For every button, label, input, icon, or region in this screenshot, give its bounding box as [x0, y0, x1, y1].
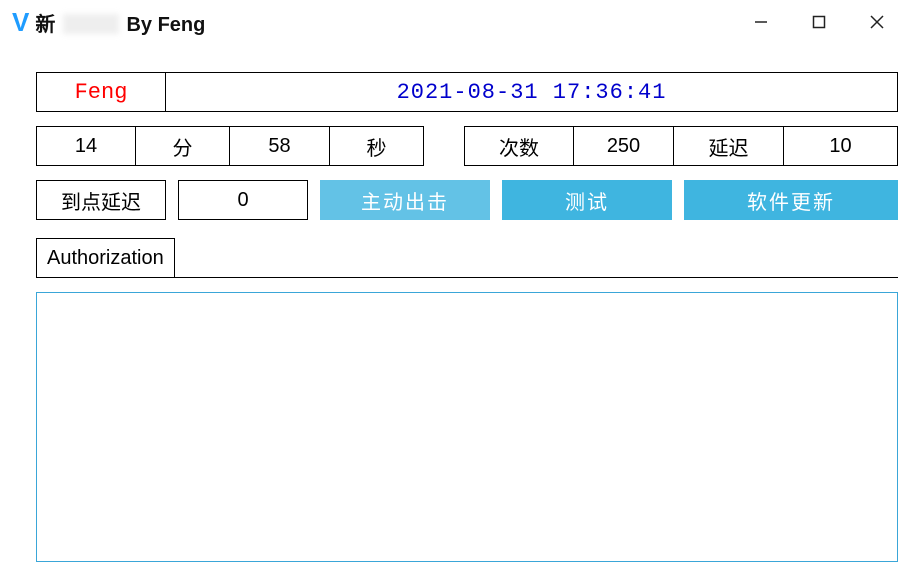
timer-row: 14 分 58 秒 次数 250 延迟 10: [36, 126, 898, 166]
button-row: 到点延迟 0 主动出击 测试 软件更新: [36, 180, 898, 220]
attack-button[interactable]: 主动出击: [320, 180, 490, 220]
app-logo-icon: V: [12, 7, 27, 38]
count-value[interactable]: 250: [574, 126, 674, 166]
spacer: [424, 126, 464, 166]
minute-label: 分: [136, 126, 230, 166]
header-row: Feng 2021-08-31 17:36:41: [36, 72, 898, 112]
log-area[interactable]: [36, 292, 898, 562]
close-button[interactable]: [848, 0, 906, 44]
count-label: 次数: [464, 126, 574, 166]
datetime-display: 2021-08-31 17:36:41: [166, 72, 898, 112]
minute-value[interactable]: 14: [36, 126, 136, 166]
maximize-button[interactable]: [790, 0, 848, 44]
test-button[interactable]: 测试: [502, 180, 672, 220]
window-title: 新 By Feng: [35, 8, 205, 37]
tab-authorization[interactable]: Authorization: [36, 238, 175, 278]
delay-value[interactable]: 10: [784, 126, 898, 166]
update-button[interactable]: 软件更新: [684, 180, 898, 220]
tab-bar-rest: [175, 238, 898, 278]
title-prefix: 新: [35, 14, 55, 36]
arrive-delay-value[interactable]: 0: [178, 180, 308, 220]
window-controls: [732, 0, 906, 44]
second-value[interactable]: 58: [230, 126, 330, 166]
titlebar: V 新 By Feng: [0, 0, 906, 44]
tab-row: Authorization: [36, 238, 898, 278]
delay-label: 延迟: [674, 126, 784, 166]
second-label: 秒: [330, 126, 424, 166]
title-suffix: By Feng: [126, 14, 205, 36]
arrive-delay-label: 到点延迟: [36, 180, 166, 220]
title-obscured: [63, 14, 119, 34]
minimize-button[interactable]: [732, 0, 790, 44]
author-label: Feng: [36, 72, 166, 112]
